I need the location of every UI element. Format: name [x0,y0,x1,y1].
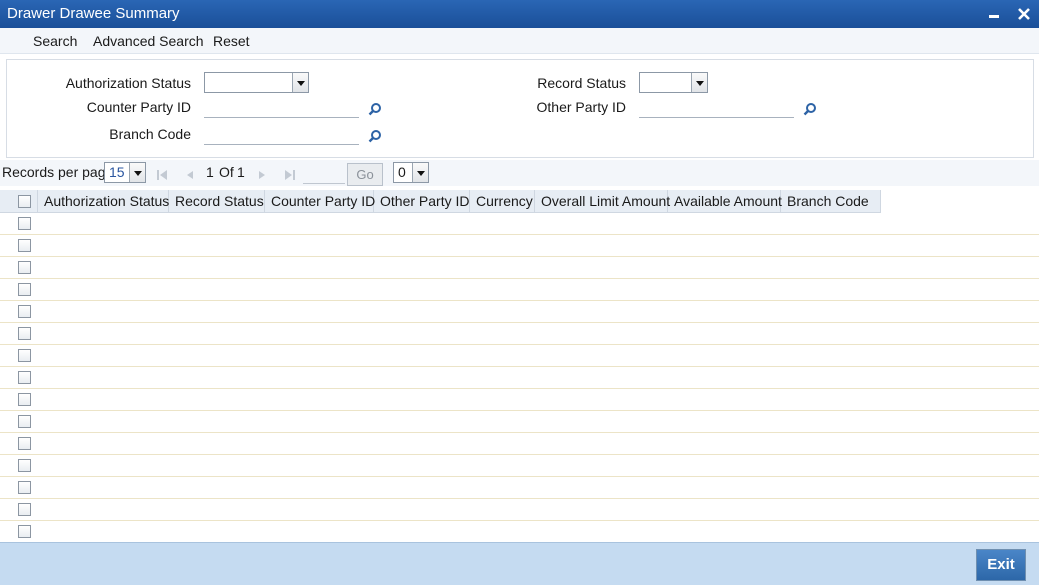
grid-header: Authorization Status Record Status Count… [0,190,881,213]
table-row[interactable] [0,477,1039,499]
window-title: Drawer Drawee Summary [7,5,180,22]
chevron-down-icon[interactable] [129,163,145,182]
results-grid: Authorization Status Record Status Count… [0,190,1039,543]
row-checkbox[interactable] [18,415,31,428]
search-lens-icon[interactable] [368,102,382,116]
minimize-icon[interactable] [984,4,1004,24]
table-row[interactable] [0,455,1039,477]
table-row[interactable] [0,411,1039,433]
records-per-page-select[interactable]: 15 [104,162,146,183]
previous-page-icon[interactable] [184,169,196,181]
select-all-cell [0,190,38,213]
row-checkbox[interactable] [18,503,31,516]
table-row[interactable] [0,367,1039,389]
row-checkbox[interactable] [18,393,31,406]
counter-party-id-input[interactable] [204,96,359,118]
table-row[interactable] [0,499,1039,521]
records-per-page-label: Records per page [2,164,114,180]
first-page-icon[interactable] [156,169,168,181]
column-header[interactable]: Overall Limit Amount [535,190,670,213]
page-number-input[interactable] [303,164,345,184]
other-party-id-input[interactable] [639,96,794,118]
column-header[interactable]: Counter Party ID [265,190,375,213]
authorization-status-label: Authorization Status [65,75,191,91]
page-select[interactable]: 0 [393,162,429,183]
row-checkbox[interactable] [18,239,31,252]
row-checkbox[interactable] [18,437,31,450]
row-checkbox[interactable] [18,305,31,318]
search-button[interactable]: Search [33,33,77,49]
table-row[interactable] [0,521,1039,543]
counter-party-id-label: Counter Party ID [86,99,191,115]
table-row[interactable] [0,323,1039,345]
next-page-icon[interactable] [256,169,268,181]
row-checkbox[interactable] [18,525,31,538]
branch-code-label: Branch Code [109,126,191,142]
row-checkbox[interactable] [18,261,31,274]
table-row[interactable] [0,433,1039,455]
authorization-status-select[interactable] [204,72,309,93]
reset-button[interactable]: Reset [213,33,250,49]
table-row[interactable] [0,257,1039,279]
search-lens-icon[interactable] [803,102,817,116]
record-status-label: Record Status [537,75,626,91]
row-checkbox[interactable] [18,349,31,362]
table-row[interactable] [0,279,1039,301]
toolbar: Search Advanced Search Reset [0,28,1039,54]
table-row[interactable] [0,389,1039,411]
advanced-search-button[interactable]: Advanced Search [93,33,204,49]
column-header[interactable]: Branch Code [781,190,881,213]
exit-button[interactable]: Exit [976,549,1026,581]
table-row[interactable] [0,235,1039,257]
close-icon[interactable] [1014,4,1034,24]
search-lens-icon[interactable] [368,129,382,143]
chevron-down-icon[interactable] [691,73,707,92]
column-header[interactable]: Record Status [169,190,265,213]
chevron-down-icon[interactable] [292,73,308,92]
column-header[interactable]: Authorization Status [38,190,169,213]
row-checkbox[interactable] [18,371,31,384]
other-party-id-label: Other Party ID [536,99,626,115]
current-page-number: 1 [206,164,214,180]
row-checkbox[interactable] [18,481,31,494]
title-bar: Drawer Drawee Summary [0,0,1039,28]
select-all-checkbox[interactable] [18,195,31,208]
column-header[interactable]: Currency [470,190,535,213]
column-header[interactable]: Other Party ID [374,190,470,213]
last-page-icon[interactable] [284,169,296,181]
record-status-select[interactable] [639,72,708,93]
total-pages-number: 1 [237,164,245,180]
column-header[interactable]: Available Amount [668,190,782,213]
row-checkbox[interactable] [18,327,31,340]
row-checkbox[interactable] [18,217,31,230]
table-row[interactable] [0,301,1039,323]
chevron-down-icon[interactable] [412,163,428,182]
footer-bar: Exit [0,542,1039,585]
row-checkbox[interactable] [18,283,31,296]
branch-code-input[interactable] [204,123,359,145]
table-row[interactable] [0,213,1039,235]
pagination-bar: Records per page 1 Of 1 [0,160,1039,186]
table-row[interactable] [0,345,1039,367]
row-checkbox[interactable] [18,459,31,472]
of-label: Of [219,164,234,180]
go-button[interactable]: Go [347,163,383,186]
